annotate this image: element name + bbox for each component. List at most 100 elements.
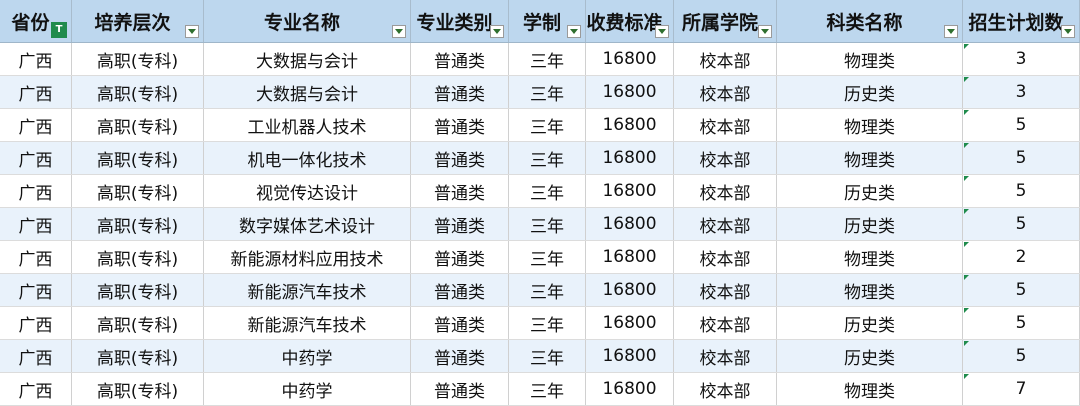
cell-major[interactable]: 中药学 — [204, 340, 411, 372]
cell-category[interactable]: 普通类 — [411, 175, 509, 207]
header-cell-level[interactable]: 培养层次 — [72, 0, 204, 42]
cell-major[interactable]: 工业机器人技术 — [204, 109, 411, 141]
cell-major[interactable]: 新能源材料应用技术 — [204, 241, 411, 273]
cell-category[interactable]: 普通类 — [411, 76, 509, 108]
cell-level[interactable]: 高职(专科) — [72, 208, 204, 240]
cell-fee[interactable]: 16800 — [586, 208, 674, 240]
cell-duration[interactable]: 三年 — [509, 142, 586, 174]
cell-duration[interactable]: 三年 — [509, 109, 586, 141]
cell-province[interactable]: 广西 — [0, 76, 72, 108]
cell-level[interactable]: 高职(专科) — [72, 307, 204, 339]
cell-fee[interactable]: 16800 — [586, 340, 674, 372]
cell-fee[interactable]: 16800 — [586, 175, 674, 207]
filter-dropdown-icon[interactable] — [392, 25, 406, 38]
cell-category[interactable]: 普通类 — [411, 142, 509, 174]
cell-college[interactable]: 校本部 — [674, 109, 777, 141]
filter-dropdown-icon[interactable] — [944, 25, 958, 38]
cell-college[interactable]: 校本部 — [674, 340, 777, 372]
cell-province[interactable]: 广西 — [0, 43, 72, 75]
cell-category[interactable]: 普通类 — [411, 307, 509, 339]
cell-category[interactable]: 普通类 — [411, 340, 509, 372]
cell-province[interactable]: 广西 — [0, 241, 72, 273]
header-cell-college[interactable]: 所属学院 — [674, 0, 777, 42]
cell-college[interactable]: 校本部 — [674, 76, 777, 108]
cell-province[interactable]: 广西 — [0, 175, 72, 207]
cell-plan[interactable]: 2 — [963, 241, 1080, 273]
cell-category[interactable]: 普通类 — [411, 274, 509, 306]
cell-level[interactable]: 高职(专科) — [72, 76, 204, 108]
filter-dropdown-icon[interactable] — [490, 25, 504, 38]
header-cell-plan[interactable]: 招生计划数 — [963, 0, 1080, 42]
cell-category[interactable]: 普通类 — [411, 208, 509, 240]
header-cell-category[interactable]: 专业类别 — [411, 0, 509, 42]
cell-level[interactable]: 高职(专科) — [72, 241, 204, 273]
cell-major[interactable]: 大数据与会计 — [204, 43, 411, 75]
cell-major[interactable]: 大数据与会计 — [204, 76, 411, 108]
cell-plan[interactable]: 5 — [963, 307, 1080, 339]
cell-fee[interactable]: 16800 — [586, 274, 674, 306]
cell-fee[interactable]: 16800 — [586, 109, 674, 141]
cell-college[interactable]: 校本部 — [674, 307, 777, 339]
cell-plan[interactable]: 5 — [963, 142, 1080, 174]
cell-fee[interactable]: 16800 — [586, 307, 674, 339]
cell-college[interactable]: 校本部 — [674, 208, 777, 240]
cell-province[interactable]: 广西 — [0, 373, 72, 405]
cell-fee[interactable]: 16800 — [586, 241, 674, 273]
cell-level[interactable]: 高职(专科) — [72, 175, 204, 207]
cell-duration[interactable]: 三年 — [509, 43, 586, 75]
header-cell-subject[interactable]: 科类名称 — [777, 0, 963, 42]
cell-college[interactable]: 校本部 — [674, 142, 777, 174]
cell-level[interactable]: 高职(专科) — [72, 274, 204, 306]
cell-subject[interactable]: 历史类 — [777, 340, 963, 372]
filter-dropdown-icon[interactable] — [567, 25, 581, 38]
cell-plan[interactable]: 7 — [963, 373, 1080, 405]
cell-province[interactable]: 广西 — [0, 340, 72, 372]
filter-dropdown-icon[interactable] — [1061, 25, 1075, 38]
cell-plan[interactable]: 3 — [963, 43, 1080, 75]
cell-plan[interactable]: 5 — [963, 208, 1080, 240]
cell-duration[interactable]: 三年 — [509, 76, 586, 108]
cell-duration[interactable]: 三年 — [509, 175, 586, 207]
cell-subject[interactable]: 物理类 — [777, 142, 963, 174]
cell-fee[interactable]: 16800 — [586, 76, 674, 108]
cell-plan[interactable]: 5 — [963, 340, 1080, 372]
cell-major[interactable]: 视觉传达设计 — [204, 175, 411, 207]
cell-major[interactable]: 中药学 — [204, 373, 411, 405]
cell-subject[interactable]: 物理类 — [777, 274, 963, 306]
header-cell-fee[interactable]: 收费标准 — [586, 0, 674, 42]
cell-plan[interactable]: 3 — [963, 76, 1080, 108]
cell-subject[interactable]: 物理类 — [777, 241, 963, 273]
filter-active-icon[interactable] — [51, 22, 67, 38]
cell-subject[interactable]: 物理类 — [777, 373, 963, 405]
cell-subject[interactable]: 物理类 — [777, 43, 963, 75]
header-cell-duration[interactable]: 学制 — [509, 0, 586, 42]
cell-level[interactable]: 高职(专科) — [72, 43, 204, 75]
cell-subject[interactable]: 历史类 — [777, 208, 963, 240]
cell-fee[interactable]: 16800 — [586, 373, 674, 405]
cell-subject[interactable]: 物理类 — [777, 109, 963, 141]
cell-plan[interactable]: 5 — [963, 274, 1080, 306]
cell-province[interactable]: 广西 — [0, 307, 72, 339]
cell-college[interactable]: 校本部 — [674, 175, 777, 207]
cell-major[interactable]: 数字媒体艺术设计 — [204, 208, 411, 240]
cell-subject[interactable]: 历史类 — [777, 307, 963, 339]
cell-plan[interactable]: 5 — [963, 175, 1080, 207]
cell-college[interactable]: 校本部 — [674, 373, 777, 405]
cell-province[interactable]: 广西 — [0, 142, 72, 174]
cell-duration[interactable]: 三年 — [509, 340, 586, 372]
header-cell-major[interactable]: 专业名称 — [204, 0, 411, 42]
cell-subject[interactable]: 历史类 — [777, 175, 963, 207]
cell-duration[interactable]: 三年 — [509, 307, 586, 339]
cell-major[interactable]: 新能源汽车技术 — [204, 307, 411, 339]
cell-level[interactable]: 高职(专科) — [72, 340, 204, 372]
cell-category[interactable]: 普通类 — [411, 43, 509, 75]
cell-level[interactable]: 高职(专科) — [72, 142, 204, 174]
cell-duration[interactable]: 三年 — [509, 274, 586, 306]
cell-duration[interactable]: 三年 — [509, 373, 586, 405]
filter-dropdown-icon[interactable] — [758, 25, 772, 38]
cell-college[interactable]: 校本部 — [674, 241, 777, 273]
cell-subject[interactable]: 历史类 — [777, 76, 963, 108]
cell-duration[interactable]: 三年 — [509, 208, 586, 240]
cell-college[interactable]: 校本部 — [674, 43, 777, 75]
filter-dropdown-icon[interactable] — [655, 25, 669, 38]
